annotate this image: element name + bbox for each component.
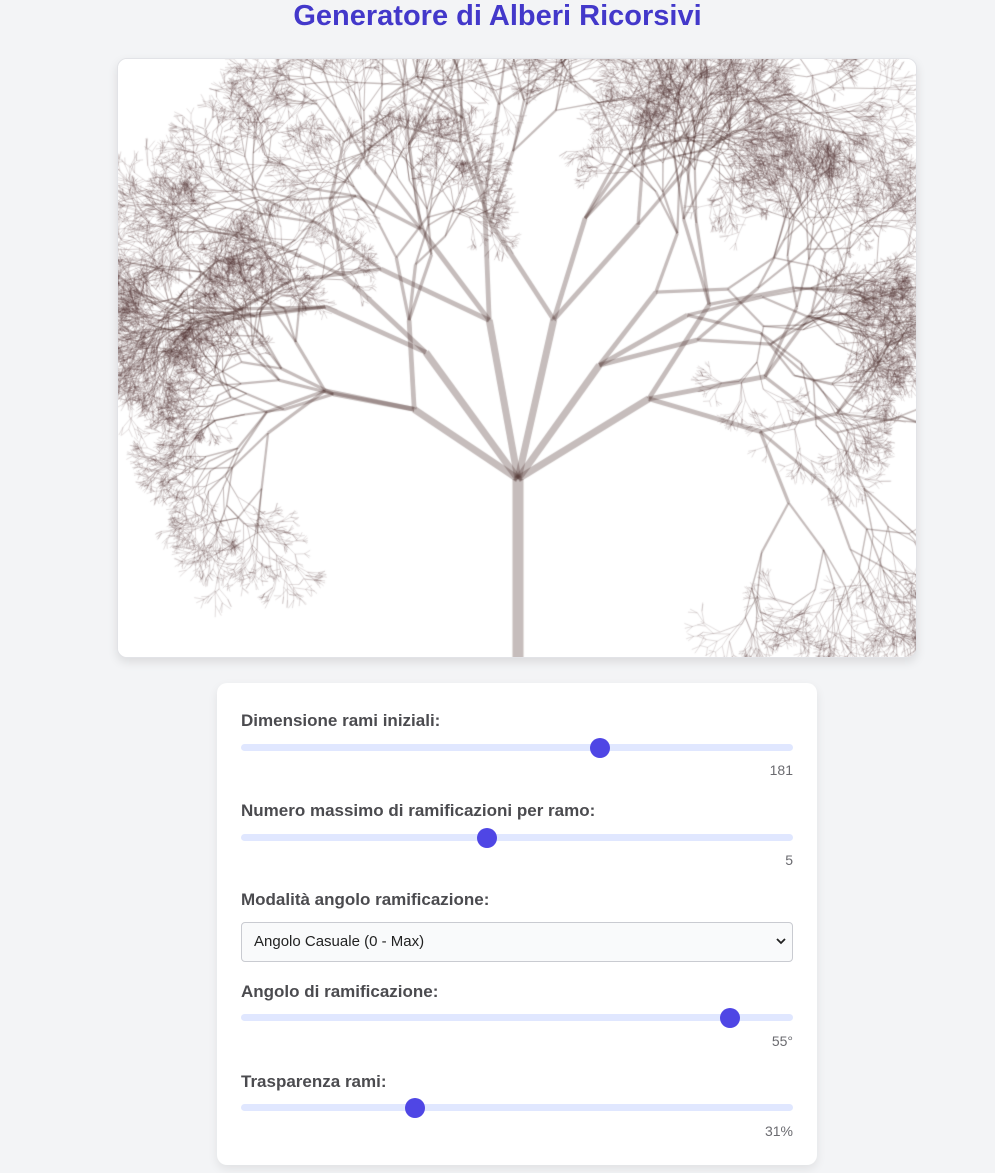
max-branches-slider-thumb[interactable] [476, 827, 497, 848]
branch-angle-value: 55° [771, 1033, 793, 1049]
transparency-slider-thumb[interactable] [404, 1097, 425, 1118]
angle-mode-select[interactable]: Angolo Casuale (0 - Max) [241, 922, 793, 962]
angle-mode-selected-value: Angolo Casuale (0 - Max) [254, 933, 425, 950]
branch-angle-label: Angolo di ramificazione: [241, 982, 439, 1001]
transparency-label: Trasparenza rami: [241, 1072, 387, 1091]
page: Generatore di Alberi Ricorsivi Dimension… [0, 0, 995, 1173]
initial-size-slider-thumb[interactable] [589, 737, 610, 758]
branch-angle-slider-thumb[interactable] [719, 1007, 740, 1028]
tree-canvas-card [117, 58, 917, 658]
page-title: Generatore di Alberi Ricorsivi [293, 0, 702, 32]
max-branches-slider[interactable] [241, 827, 793, 848]
branch-angle-slider[interactable] [241, 1007, 793, 1028]
initial-size-label: Dimensione rami iniziali: [241, 711, 441, 730]
transparency-slider[interactable] [241, 1097, 793, 1118]
initial-size-value: 181 [769, 762, 793, 778]
max-branches-value: 5 [785, 852, 793, 868]
max-branches-label: Numero massimo di ramificazioni per ramo… [241, 801, 596, 820]
tree-canvas[interactable] [118, 59, 916, 657]
initial-size-slider[interactable] [241, 737, 793, 758]
angle-mode-label: Modalità angolo ramificazione: [241, 890, 490, 909]
controls-panel: Dimensione rami iniziali: 181 Numero mas… [217, 683, 817, 1165]
transparency-value: 31% [764, 1123, 793, 1139]
chevron-down-icon [776, 938, 786, 945]
